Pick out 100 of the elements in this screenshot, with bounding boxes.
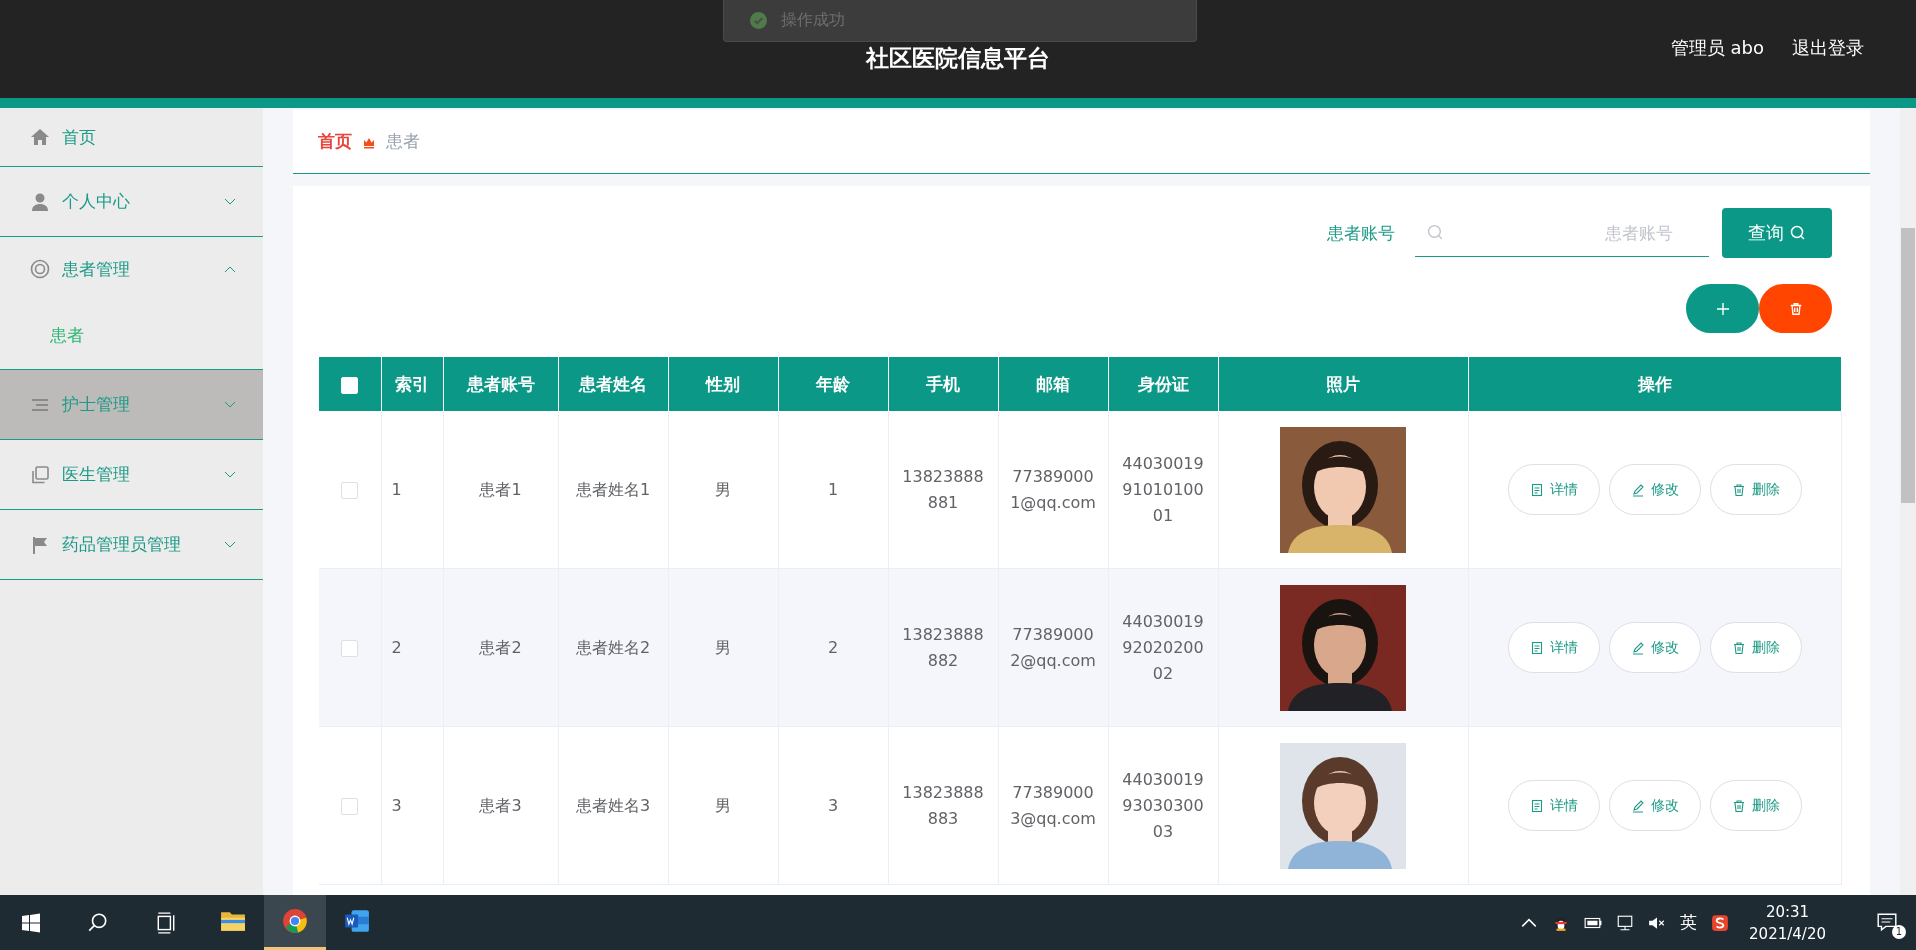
document-icon xyxy=(1529,640,1544,655)
admin-name: 管理员 abo xyxy=(1670,36,1764,60)
menu-item[interactable]: 药品管理员管理 xyxy=(0,510,263,580)
column-header: 照片 xyxy=(1218,357,1468,411)
notification-count: 1 xyxy=(1892,924,1906,939)
table-cell: 1 xyxy=(778,411,888,569)
plus-icon xyxy=(1714,300,1731,317)
select-all-checkbox[interactable] xyxy=(341,376,359,394)
column-header: 身份证 xyxy=(1108,357,1218,411)
row-checkbox[interactable] xyxy=(341,797,359,815)
lifebuoy-icon xyxy=(30,259,50,279)
search-label: 患者账号 xyxy=(1327,221,1395,245)
breadcrumb-link[interactable]: 患者 xyxy=(386,130,420,153)
row-action-button[interactable]: 详情 xyxy=(1507,622,1600,673)
table-cell: 3 xyxy=(381,726,443,885)
table-cell: 773890001@qq.com xyxy=(998,411,1108,569)
pencil-icon xyxy=(1630,482,1645,497)
breadcrumb-link[interactable]: 首页 xyxy=(318,130,352,153)
logout-link[interactable]: 退出登录 xyxy=(1792,36,1864,60)
row-checkbox[interactable] xyxy=(341,481,359,499)
user-icon xyxy=(30,191,50,212)
add-button[interactable] xyxy=(1686,284,1759,333)
column-header: 邮箱 xyxy=(998,357,1108,411)
check-icon xyxy=(750,12,767,29)
document-app-icon xyxy=(344,908,370,934)
caret-icon xyxy=(224,540,236,549)
row-action-button[interactable]: 修改 xyxy=(1608,622,1701,673)
menu-item[interactable]: 医生管理 xyxy=(0,440,263,510)
input-method-icon[interactable] xyxy=(1711,913,1730,932)
row-action-button[interactable]: 删除 xyxy=(1709,622,1802,673)
row-action-button[interactable]: 修改 xyxy=(1608,464,1701,515)
document-icon xyxy=(1529,482,1544,497)
clock-date[interactable]: 2021/4/20 xyxy=(1749,922,1826,945)
clock-time[interactable]: 20:31 xyxy=(1765,900,1810,923)
menu-item[interactable]: 首页 xyxy=(0,108,263,167)
table-cell: 440300199303030003 xyxy=(1108,726,1218,885)
table-cell: 患者姓名2 xyxy=(558,568,668,727)
table-cell: 440300199101010001 xyxy=(1108,411,1218,569)
table-cell: 患者姓名1 xyxy=(558,411,668,569)
caret-icon xyxy=(224,197,236,206)
network-icon[interactable] xyxy=(1616,913,1635,932)
trash-icon xyxy=(1731,640,1746,655)
table-cell: 患者1 xyxy=(443,411,558,569)
table-cell: 男 xyxy=(668,726,778,885)
input-language[interactable]: 英 xyxy=(1680,911,1698,934)
menu-item[interactable]: 个人中心 xyxy=(0,167,263,237)
submenu-item[interactable]: 患者 xyxy=(0,301,263,369)
table-cell: 男 xyxy=(668,568,778,727)
menu-item[interactable]: 护士管理 xyxy=(0,370,263,440)
column-header: 手机 xyxy=(888,357,998,411)
site-title: 社区医院信息平台 xyxy=(866,43,1050,73)
column-header: 年龄 xyxy=(778,357,888,411)
trash-icon xyxy=(1788,301,1803,316)
flag-icon xyxy=(30,534,50,555)
menu-item[interactable]: 患者管理 xyxy=(0,237,263,301)
search-button[interactable]: 查询 xyxy=(1722,208,1832,258)
document-icon xyxy=(1529,798,1544,813)
table-cell: 3 xyxy=(778,726,888,885)
table-cell: 2 xyxy=(778,568,888,727)
table-cell: 13823888882 xyxy=(888,568,998,727)
table-cell: 773890002@qq.com xyxy=(998,568,1108,727)
column-header: 索引 xyxy=(381,357,443,411)
table-cell: 13823888883 xyxy=(888,726,998,885)
search-icon xyxy=(1427,224,1444,241)
table-cell: 1 xyxy=(381,411,443,569)
search-icon[interactable] xyxy=(87,911,109,934)
browser-icon xyxy=(282,908,308,934)
table-cell: 患者2 xyxy=(443,568,558,727)
search-field[interactable]: 患者账号 xyxy=(1415,209,1709,257)
table-cell: 13823888881 xyxy=(888,411,998,569)
home-icon xyxy=(30,127,50,147)
pencil-icon xyxy=(1630,798,1645,813)
row-action-button[interactable]: 修改 xyxy=(1608,780,1701,831)
column-header: 性别 xyxy=(668,357,778,411)
scrollbar[interactable] xyxy=(1900,108,1916,895)
row-action-button[interactable]: 删除 xyxy=(1709,780,1802,831)
pencil-icon xyxy=(1630,640,1645,655)
table-cell: 773890003@qq.com xyxy=(998,726,1108,885)
delete-button[interactable] xyxy=(1759,284,1832,333)
table-cell: 2 xyxy=(381,568,443,727)
row-action-button[interactable]: 详情 xyxy=(1507,464,1600,515)
task-view-icon[interactable] xyxy=(155,911,177,934)
copy-icon xyxy=(30,464,50,485)
taskbar-app[interactable] xyxy=(264,895,326,950)
table-cell: 440300199202020002 xyxy=(1108,568,1218,727)
row-checkbox[interactable] xyxy=(341,639,359,657)
caret-icon xyxy=(224,265,236,273)
row-action-button[interactable]: 详情 xyxy=(1507,780,1600,831)
caret-icon xyxy=(224,400,236,409)
column-header: 患者姓名 xyxy=(558,357,668,411)
windows-start-icon[interactable] xyxy=(21,912,41,933)
search-icon xyxy=(1790,225,1806,241)
table-cell: 患者姓名3 xyxy=(558,726,668,885)
trash-icon xyxy=(1731,482,1746,497)
column-header: 操作 xyxy=(1468,357,1842,411)
table-cell: 男 xyxy=(668,411,778,569)
column-header: 患者账号 xyxy=(443,357,558,411)
caret-icon xyxy=(224,470,236,479)
trash-icon xyxy=(1731,798,1746,813)
row-action-button[interactable]: 删除 xyxy=(1709,464,1802,515)
